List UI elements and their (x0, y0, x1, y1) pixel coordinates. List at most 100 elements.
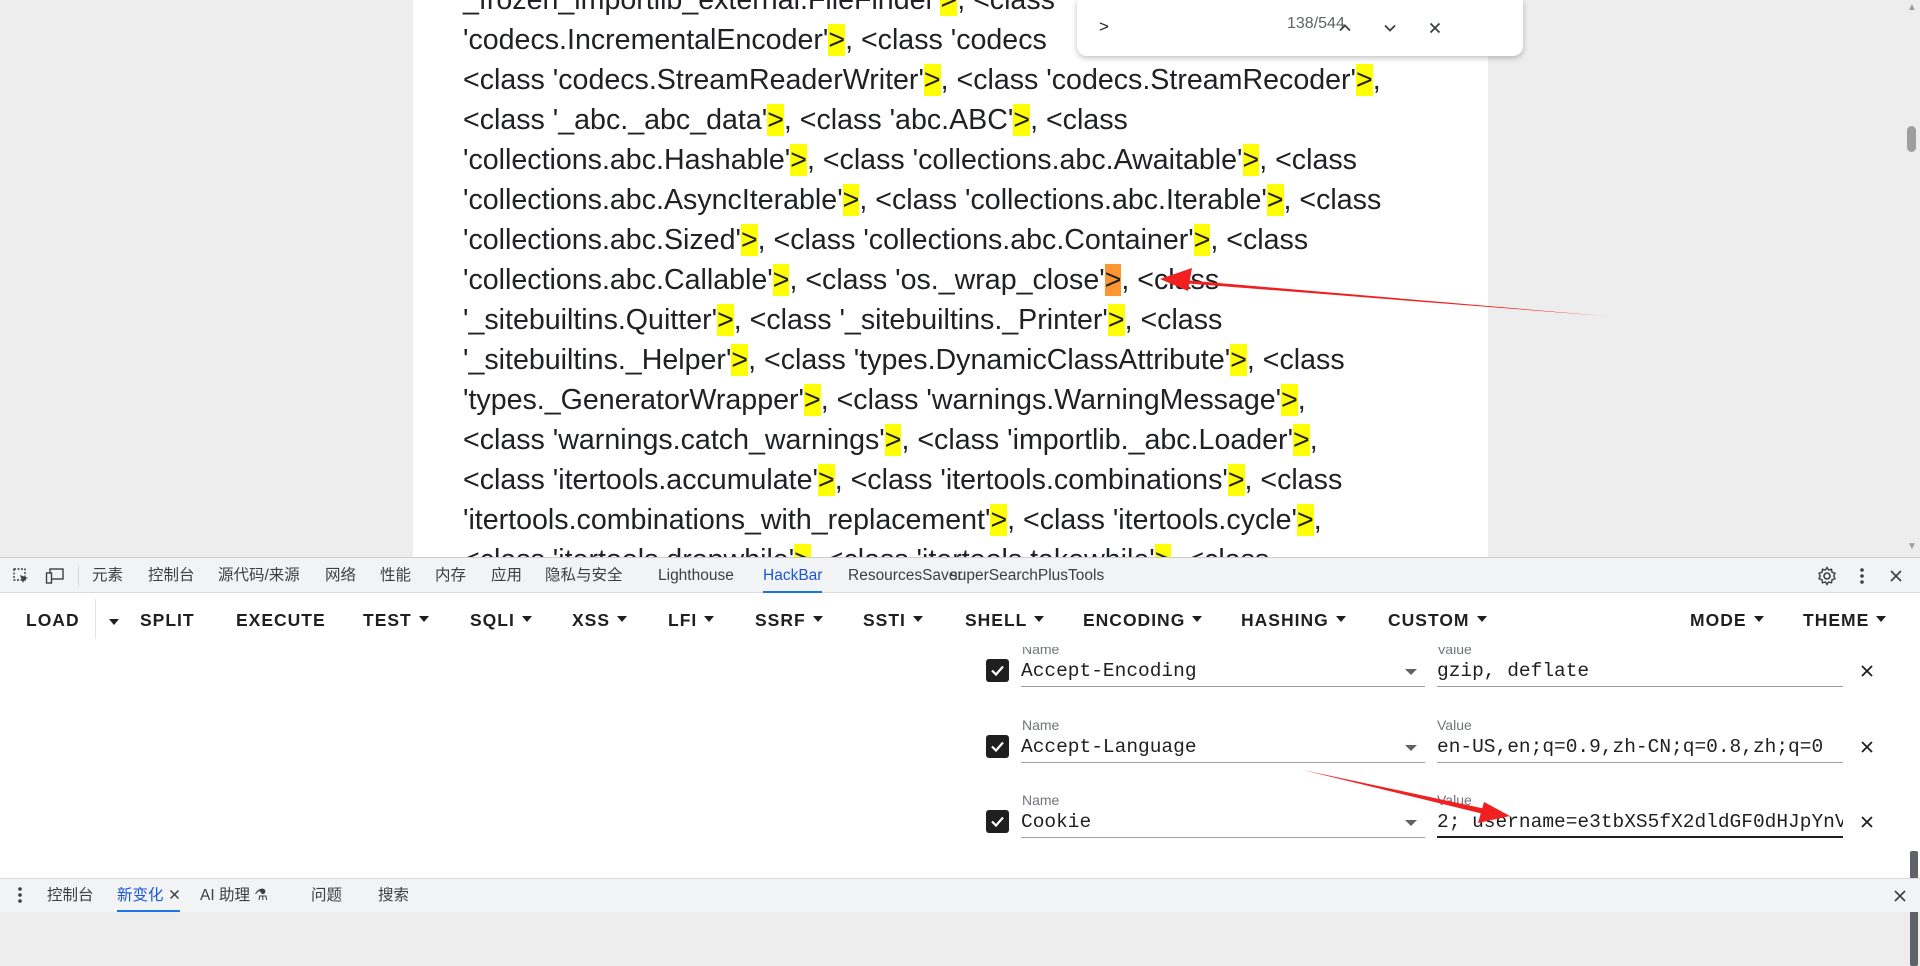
caret-down-icon (1034, 616, 1045, 623)
tab-console[interactable]: 控制台 (148, 558, 195, 593)
find-next-button[interactable] (1372, 10, 1408, 46)
scroll-up-arrow-icon[interactable]: ▲ (1907, 2, 1917, 13)
page-text-line: '_sitebuiltins.Quitter'>, <class '_siteb… (463, 300, 1463, 340)
header-value-field[interactable]: en-US,en;q=0.9,zh-CN;q=0.8,zh;q=0 (1437, 731, 1843, 763)
page-text-segment: 'itertools.combinations_with_replacement… (463, 504, 991, 536)
header-name-field[interactable]: Accept-Encoding (1021, 655, 1425, 687)
close-devtools-icon[interactable] (1886, 566, 1906, 586)
ssti-button[interactable]: SSTI (863, 593, 923, 647)
page-text-segment: , <class 'itertools.takewhile' (811, 544, 1155, 557)
custom-button[interactable]: CUSTOM (1388, 593, 1487, 647)
ssrf-button[interactable]: SSRF (755, 593, 823, 647)
tab-privacy-security[interactable]: 隐私与安全 (545, 558, 623, 593)
header-enabled-checkbox[interactable] (986, 735, 1009, 758)
inspect-element-icon[interactable] (11, 566, 31, 586)
search-match-highlight: > (794, 544, 811, 557)
drawer-tab-label: 控制台 (47, 887, 94, 904)
load-split-divider (95, 599, 96, 639)
caret-down-icon (1335, 616, 1346, 623)
sqli-button[interactable]: SQLI (470, 593, 532, 647)
tab-memory[interactable]: 内存 (435, 558, 466, 593)
theme-button[interactable]: THEME (1803, 593, 1887, 647)
header-name-dropdown-icon[interactable] (1405, 745, 1417, 751)
find-previous-button[interactable] (1327, 10, 1363, 46)
scroll-down-arrow-icon[interactable]: ▼ (1907, 541, 1917, 552)
page-text-segment: , (1297, 384, 1306, 416)
tab-performance[interactable]: 性能 (380, 558, 411, 593)
search-match-highlight: > (990, 504, 1008, 536)
caret-down-icon (704, 616, 715, 623)
page-text-segment: , <class (1171, 544, 1269, 557)
button-label: SPLIT (140, 610, 195, 630)
tab-elements[interactable]: 元素 (92, 558, 123, 593)
tab-hackbar[interactable]: HackBar (763, 558, 823, 593)
header-name-dropdown-icon[interactable] (1405, 669, 1417, 675)
chevron-down-icon (1384, 24, 1396, 32)
button-label: SQLI (470, 610, 515, 630)
find-close-button[interactable] (1417, 10, 1453, 46)
chevron-up-icon (1339, 24, 1351, 32)
find-input[interactable] (1099, 15, 1299, 39)
tab-sources[interactable]: 源代码/来源 (218, 558, 300, 593)
close-drawer-icon[interactable] (1890, 886, 1910, 906)
load-button[interactable]: LOAD (26, 593, 80, 647)
page-text-segment: , <class 'collections.abc.Iterable' (859, 184, 1267, 216)
tab-network[interactable]: 网络 (325, 558, 356, 593)
hackbar-scrollbar[interactable] (1902, 647, 1920, 966)
header-name-field[interactable]: Cookie (1021, 806, 1425, 838)
page-text-segment: , <class (1283, 184, 1382, 216)
close-tab-icon[interactable] (169, 887, 180, 904)
tab-separator (78, 566, 79, 586)
request-headers-list: Name Accept-Encoding Value gzip, deflate Nam… (0, 647, 1900, 879)
drawer-tab-issues[interactable]: 问题 (311, 879, 342, 912)
tab-lighthouse[interactable]: Lighthouse (658, 558, 734, 593)
more-options-icon[interactable] (1852, 566, 1872, 586)
remove-header-button[interactable] (1855, 735, 1879, 759)
button-label: CUSTOM (1388, 610, 1470, 630)
drawer-tab-label: 搜索 (378, 887, 410, 904)
header-enabled-checkbox[interactable] (986, 659, 1009, 682)
header-name-dropdown-icon[interactable] (1405, 820, 1417, 826)
drawer-tab-label: AI 助理 ⚗ (200, 887, 269, 904)
page-scrollbar[interactable]: ▲ ▼ (1902, 0, 1920, 557)
xss-button[interactable]: XSS (572, 593, 628, 647)
remove-header-button[interactable] (1855, 659, 1879, 683)
header-enabled-checkbox[interactable] (986, 810, 1009, 833)
drawer-tab-changes[interactable]: 新变化 (117, 879, 180, 912)
search-match-highlight: > (772, 264, 790, 296)
search-match-highlight: > (842, 184, 860, 216)
caret-down-icon (418, 616, 429, 623)
header-name-field[interactable]: Accept-Language (1021, 731, 1425, 763)
close-icon (1429, 22, 1441, 34)
tab-resourcessaver[interactable]: ResourcesSaver (848, 558, 963, 593)
shell-button[interactable]: SHELL (965, 593, 1045, 647)
search-match-highlight: > (1296, 504, 1314, 536)
load-options-caret-icon[interactable] (109, 619, 119, 625)
page-text-line: 'collections.abc.Callable'>, <class 'os.… (463, 260, 1463, 300)
mode-button[interactable]: MODE (1690, 593, 1764, 647)
lfi-button[interactable]: LFI (668, 593, 715, 647)
hashing-button[interactable]: HASHING (1241, 593, 1346, 647)
page-scrollbar-thumb[interactable] (1907, 126, 1916, 152)
search-match-highlight: > (740, 224, 758, 256)
tab-application[interactable]: 应用 (491, 558, 522, 593)
drawer-tab-console[interactable]: 控制台 (47, 879, 94, 912)
drawer-tab-search[interactable]: 搜索 (378, 879, 409, 912)
page-text-segment: , (1372, 64, 1381, 96)
split-button[interactable]: SPLIT (140, 593, 195, 647)
drawer-menu-icon[interactable] (10, 885, 30, 905)
drawer-tab-ai-assistant[interactable]: AI 助理 ⚗ (200, 879, 268, 912)
tab-supersearchplustools[interactable]: superSearchPlusTools (950, 558, 1104, 593)
header-value-field[interactable]: gzip, deflate (1437, 655, 1843, 687)
search-match-highlight: > (884, 424, 902, 456)
page-text-segment: , <class 'abc.ABC' (783, 104, 1014, 136)
header-value-field[interactable]: 2; username=e3tbXS5fX2dldGF0dHJpYnV0ZV9f (1437, 806, 1843, 838)
gear-icon[interactable] (1817, 566, 1837, 586)
device-toolbar-icon[interactable] (45, 566, 65, 586)
page-text-segment: 'collections.abc.AsyncIterable' (463, 184, 843, 216)
button-label: XSS (572, 610, 611, 630)
execute-button[interactable]: EXECUTE (236, 593, 326, 647)
test-button[interactable]: TEST (363, 593, 429, 647)
encoding-button[interactable]: ENCODING (1083, 593, 1203, 647)
remove-header-button[interactable] (1855, 810, 1879, 834)
